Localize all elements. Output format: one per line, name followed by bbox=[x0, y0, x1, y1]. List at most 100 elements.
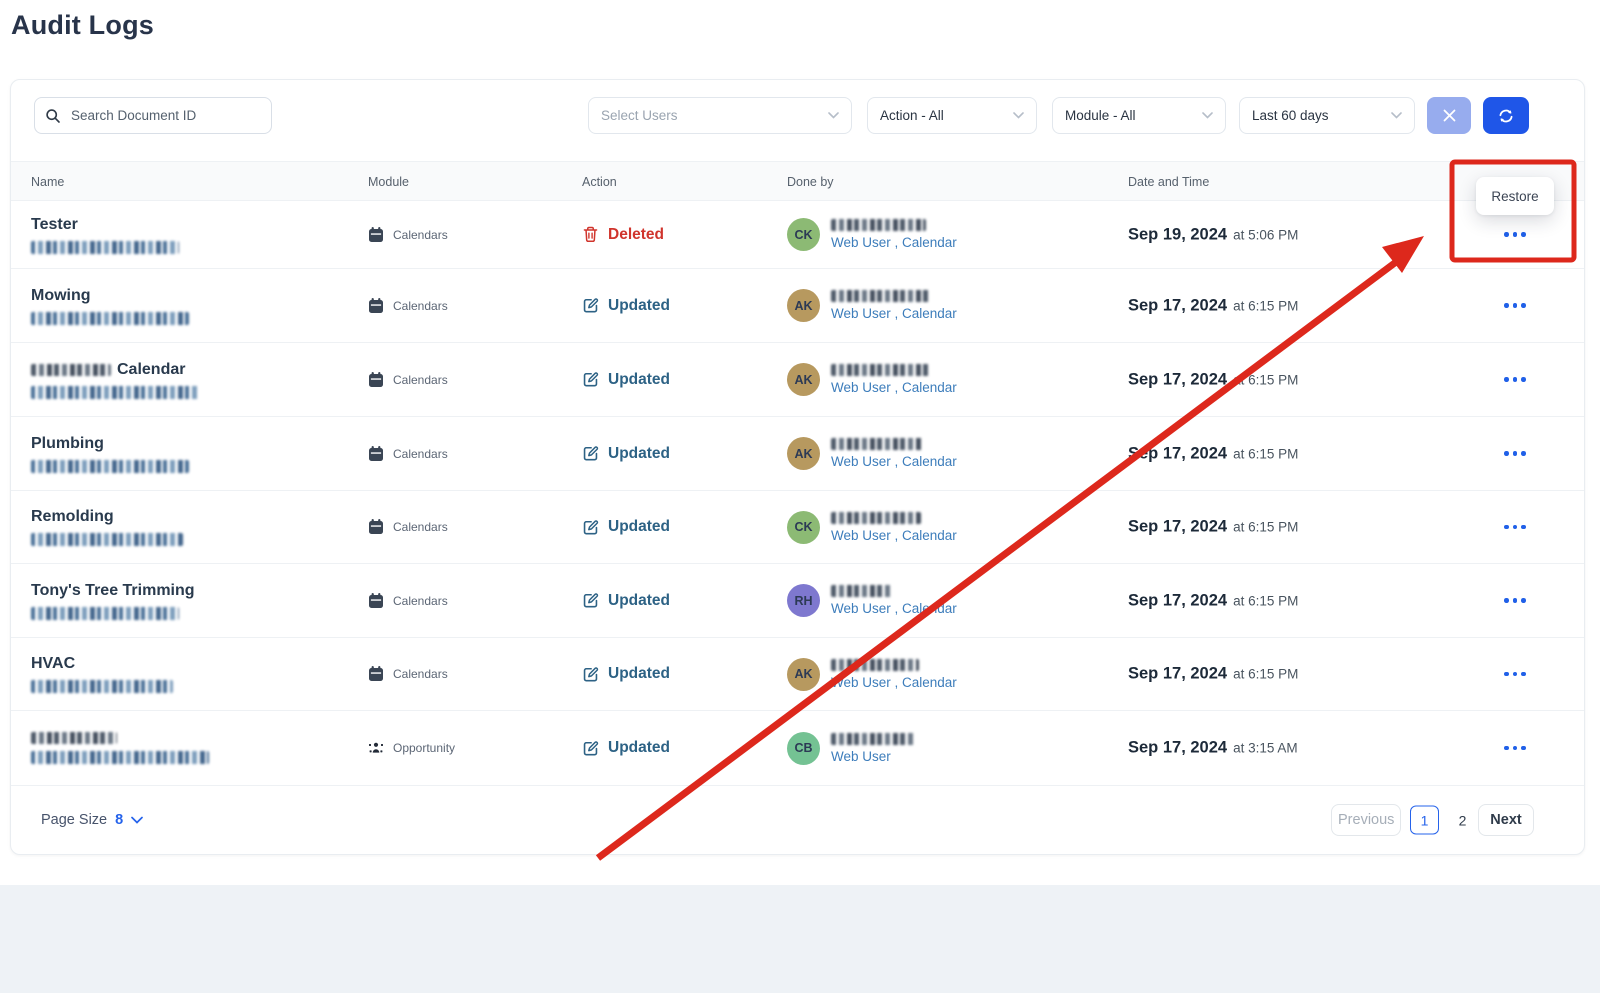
date-text: Sep 17, 2024 bbox=[1128, 296, 1227, 315]
column-header-action: Action bbox=[582, 162, 617, 202]
name-cell: Mowing bbox=[31, 269, 189, 342]
restore-label: Restore bbox=[1491, 189, 1538, 204]
row-actions-button[interactable] bbox=[1498, 369, 1532, 391]
action-filter[interactable]: Action - All bbox=[867, 97, 1037, 134]
date-cell: Sep 19, 2024 at 5:06 PM bbox=[1128, 225, 1298, 244]
name-cell: Plumbing bbox=[31, 417, 189, 490]
action-label: Updated bbox=[608, 665, 670, 683]
doneby-link[interactable]: Web User , Calendar bbox=[831, 235, 957, 250]
name-cell: HVAC bbox=[31, 638, 173, 710]
edit-icon bbox=[582, 297, 599, 314]
avatar: AK bbox=[787, 658, 820, 691]
date-cell: Sep 17, 2024 at 6:15 PM bbox=[1128, 591, 1298, 610]
edit-icon bbox=[582, 519, 599, 536]
page-size-control[interactable]: Page Size 8 bbox=[41, 812, 143, 828]
row-actions-button[interactable] bbox=[1498, 224, 1532, 246]
chevron-down-icon bbox=[1391, 112, 1402, 119]
doneby-cell: AK Web User , Calendar bbox=[787, 343, 957, 416]
module-cell: Calendars bbox=[368, 343, 448, 416]
date-cell: Sep 17, 2024 at 6:15 PM bbox=[1128, 665, 1298, 684]
action-cell: Updated bbox=[582, 269, 670, 342]
page-1-button[interactable]: 1 bbox=[1410, 806, 1439, 835]
previous-page-button[interactable]: Previous bbox=[1331, 804, 1401, 836]
redacted-document-id bbox=[31, 607, 179, 620]
module-cell: Calendars bbox=[368, 201, 448, 268]
date-range-value: Last 60 days bbox=[1252, 108, 1329, 123]
edit-icon bbox=[582, 666, 599, 683]
action-label: Updated bbox=[608, 371, 670, 389]
action-cell: Updated bbox=[582, 638, 670, 710]
module-cell: Calendars bbox=[368, 564, 448, 637]
refresh-icon bbox=[1497, 107, 1515, 125]
table-row: HVAC Calendars Updated AK Web User , Cal… bbox=[11, 638, 1584, 711]
module-label: Calendars bbox=[393, 594, 448, 608]
calendar-icon bbox=[368, 666, 384, 682]
clear-filters-button[interactable] bbox=[1427, 97, 1471, 134]
search-box bbox=[34, 97, 272, 134]
row-actions-button[interactable] bbox=[1498, 516, 1532, 538]
module-filter[interactable]: Module - All bbox=[1052, 97, 1226, 134]
row-actions-button[interactable] bbox=[1498, 663, 1532, 685]
search-icon bbox=[45, 108, 61, 124]
row-actions-button[interactable] bbox=[1498, 590, 1532, 612]
doneby-cell: AK Web User , Calendar bbox=[787, 417, 957, 490]
redacted-user-name bbox=[831, 659, 919, 671]
doneby-cell: CK Web User , Calendar bbox=[787, 201, 957, 268]
doneby-link[interactable]: Web User , Calendar bbox=[831, 306, 957, 321]
date-text: Sep 17, 2024 bbox=[1128, 665, 1227, 684]
action-cell: Updated bbox=[582, 343, 670, 416]
name-cell: Tony's Tree Trimming bbox=[31, 564, 195, 637]
module-filter-value: Module - All bbox=[1065, 108, 1136, 123]
action-cell: Updated bbox=[582, 711, 670, 785]
doneby-link[interactable]: Web User , Calendar bbox=[831, 528, 957, 543]
doneby-link[interactable]: Web User bbox=[831, 749, 915, 764]
doneby-link[interactable]: Web User , Calendar bbox=[831, 454, 957, 469]
avatar: CK bbox=[787, 511, 820, 544]
restore-menu-item[interactable]: Restore bbox=[1476, 177, 1554, 215]
redacted-user-name bbox=[831, 585, 893, 597]
date-text: Sep 17, 2024 bbox=[1128, 739, 1227, 758]
page-size-value: 8 bbox=[115, 812, 123, 828]
doneby-link[interactable]: Web User , Calendar bbox=[831, 675, 957, 690]
date-text: Sep 17, 2024 bbox=[1128, 444, 1227, 463]
record-name: Plumbing bbox=[31, 435, 104, 453]
doneby-link[interactable]: Web User , Calendar bbox=[831, 601, 957, 616]
search-input[interactable] bbox=[69, 107, 261, 124]
refresh-button[interactable] bbox=[1483, 97, 1529, 134]
module-cell: Calendars bbox=[368, 417, 448, 490]
record-name: HVAC bbox=[31, 655, 75, 673]
redacted-user-name bbox=[831, 364, 929, 376]
page-2-button[interactable]: 2 bbox=[1448, 806, 1477, 835]
module-label: Calendars bbox=[393, 667, 448, 681]
chevron-down-icon bbox=[828, 112, 839, 119]
time-text: at 3:15 AM bbox=[1233, 741, 1298, 756]
row-actions-button[interactable] bbox=[1498, 443, 1532, 465]
date-cell: Sep 17, 2024 at 3:15 AM bbox=[1128, 739, 1298, 758]
calendar-icon bbox=[368, 446, 384, 462]
redacted-name-prefix bbox=[31, 364, 111, 376]
x-icon bbox=[1442, 108, 1457, 123]
redacted-document-id bbox=[31, 751, 209, 764]
row-actions-button[interactable] bbox=[1498, 295, 1532, 317]
action-filter-value: Action - All bbox=[880, 108, 944, 123]
column-header-module: Module bbox=[368, 162, 409, 202]
page-title: Audit Logs bbox=[11, 10, 154, 41]
date-range-filter[interactable]: Last 60 days bbox=[1239, 97, 1415, 134]
row-actions-button[interactable] bbox=[1498, 737, 1532, 759]
doneby-link[interactable]: Web User , Calendar bbox=[831, 380, 957, 395]
chevron-down-icon bbox=[1013, 112, 1024, 119]
module-label: Calendars bbox=[393, 228, 448, 242]
column-header-doneby: Done by bbox=[787, 162, 834, 202]
users-filter[interactable]: Select Users bbox=[588, 97, 852, 134]
calendar-icon bbox=[368, 372, 384, 388]
edit-icon bbox=[582, 592, 599, 609]
date-cell: Sep 17, 2024 at 6:15 PM bbox=[1128, 370, 1298, 389]
time-text: at 5:06 PM bbox=[1233, 227, 1298, 242]
audit-logs-card: Select Users Action - All Module - All L… bbox=[10, 79, 1585, 855]
table-row: Mowing Calendars Updated AK Web User , C… bbox=[11, 269, 1584, 343]
avatar: AK bbox=[787, 289, 820, 322]
action-label: Updated bbox=[608, 739, 670, 757]
date-cell: Sep 17, 2024 at 6:15 PM bbox=[1128, 518, 1298, 537]
next-page-button[interactable]: Next bbox=[1478, 804, 1534, 836]
action-label: Updated bbox=[608, 445, 670, 463]
